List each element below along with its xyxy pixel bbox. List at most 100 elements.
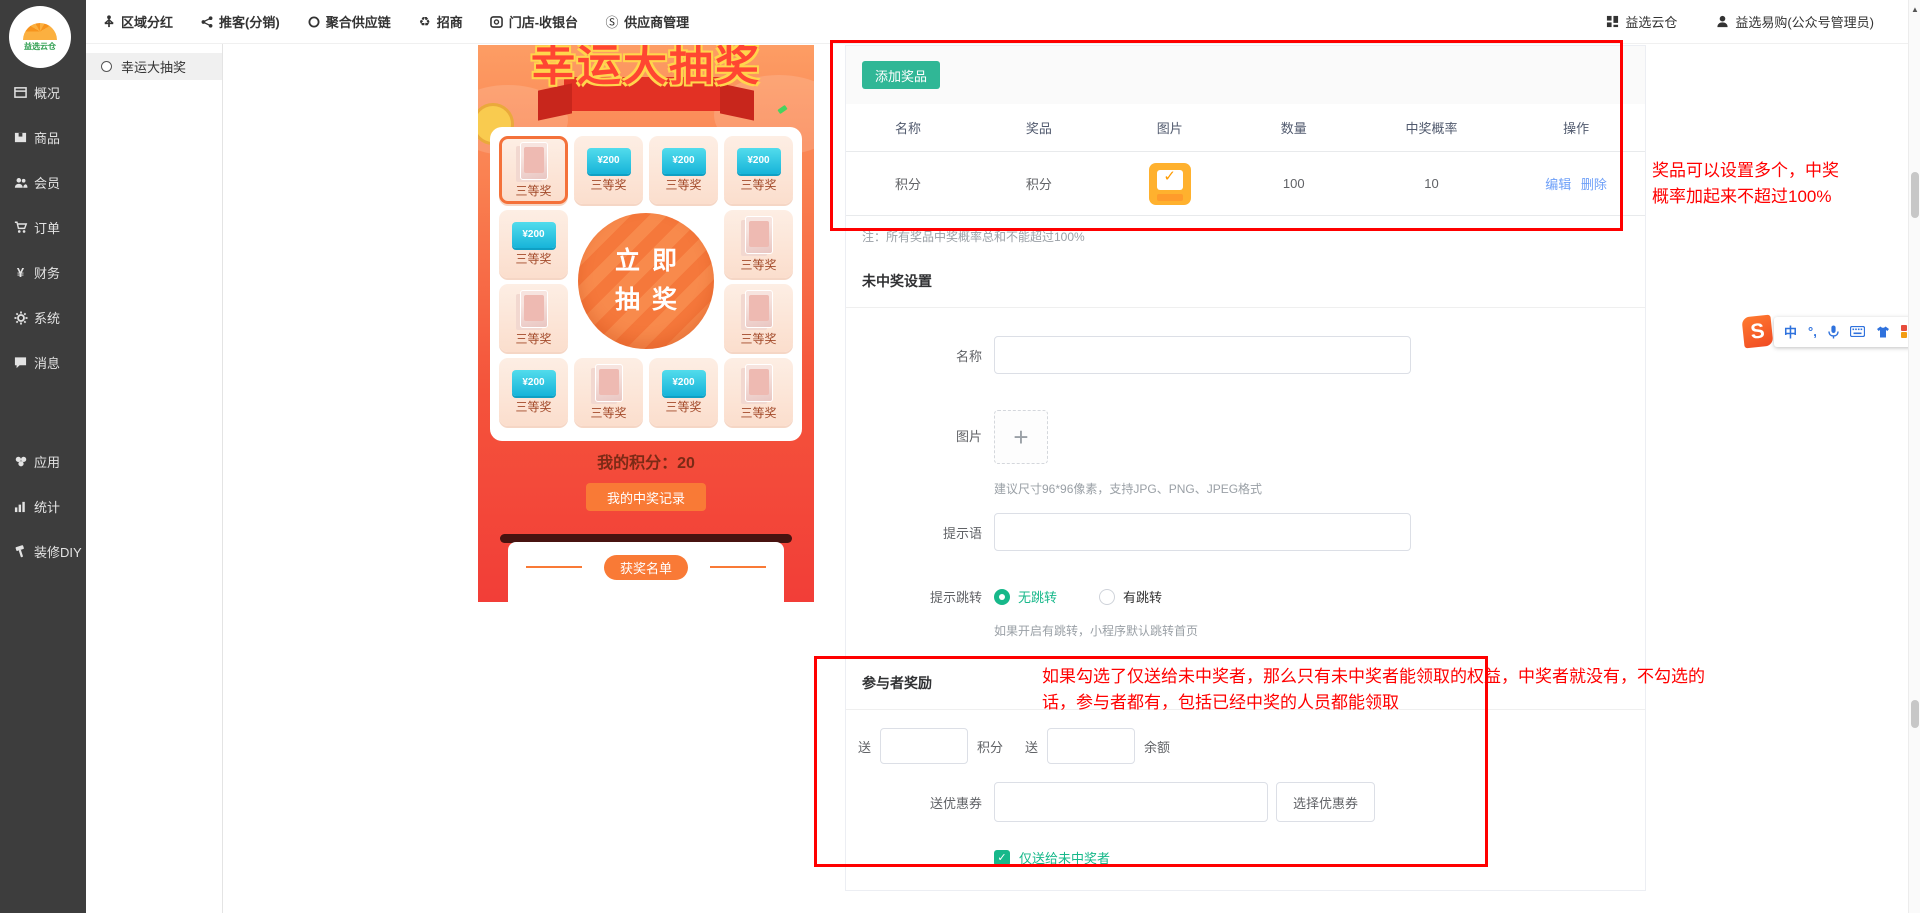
points-amount-input[interactable]: [880, 728, 968, 764]
prize-cell: 三等奖: [724, 284, 793, 352]
lottery-settings-panel: 添加奖品 名称 奖品 图片 数量 中奖概率 操作 积分 积分 ✓ 100 10 …: [845, 45, 1646, 891]
nav-item-investment[interactable]: ♻ 招商: [418, 12, 463, 31]
image-upload-button[interactable]: +: [994, 410, 1048, 464]
my-points-text: 我的积分：20: [478, 449, 814, 473]
circle-icon: [307, 15, 321, 29]
image-size-hint: 建议尺寸96*96像素，支持JPG、PNG、JPEG格式: [994, 480, 1645, 497]
nav-item-label: 供应商管理: [624, 12, 689, 31]
sidebar-item-goods[interactable]: 商品: [0, 115, 86, 160]
grid-icon: [1605, 15, 1619, 29]
nav-item-label: 门店-收银台: [509, 12, 578, 31]
nav-item-promoter[interactable]: 推客(分销): [200, 12, 280, 31]
warehouse-label: 益选云仓: [1625, 12, 1677, 31]
coupon-prize-image: ¥200: [512, 222, 556, 248]
miss-name-row: 名称: [846, 336, 1645, 374]
prize-cell: ¥200三等奖: [649, 136, 718, 204]
hammer-icon: [13, 544, 28, 559]
prize-thumbnail: ✓: [1149, 163, 1191, 205]
ime-toolbar: S 中 °,: [1743, 316, 1920, 347]
scroll-up-arrow-icon[interactable]: ▲: [1909, 5, 1920, 14]
select-coupon-button[interactable]: 选择优惠券: [1276, 782, 1375, 822]
image-label: 图片: [846, 410, 982, 464]
submenu-item-lucky-draw[interactable]: 幸运大抽奖: [86, 53, 222, 80]
sidebar-item-label: 订单: [34, 218, 60, 237]
add-prize-button[interactable]: 添加奖品: [862, 61, 940, 89]
sidebar-item-system[interactable]: 系统: [0, 295, 86, 340]
bullet-circle-icon: [101, 61, 112, 72]
warehouse-switcher[interactable]: 益选云仓: [1605, 12, 1677, 31]
radio-has-jump[interactable]: 有跳转: [1099, 587, 1162, 606]
sidebar-item-label: 概况: [34, 83, 60, 102]
nav-item-region-dividend[interactable]: 区域分红: [102, 12, 173, 31]
tip-label: 提示语: [846, 523, 982, 542]
microphone-icon[interactable]: [1828, 325, 1839, 339]
scrollbar-thumb[interactable]: [1911, 172, 1919, 218]
preview-title: 幸运大抽奖: [478, 45, 814, 93]
balance-amount-input[interactable]: [1047, 728, 1135, 764]
winners-list-title: 获奖名单: [604, 555, 688, 580]
sidebar-item-messages[interactable]: 消息: [0, 340, 86, 385]
sidebar-item-stats[interactable]: 统计: [0, 484, 86, 529]
coupon-prize-image: ¥200: [737, 148, 781, 174]
winners-card: 获奖名单: [508, 542, 784, 602]
sidebar-item-label: 系统: [34, 308, 60, 327]
coupon-prize-image: ¥200: [662, 148, 706, 174]
sidebar-item-label: 财务: [34, 263, 60, 282]
sidebar-item-members[interactable]: 会员: [0, 160, 86, 205]
column-header: 操作: [1507, 118, 1645, 137]
user-icon: [1715, 15, 1729, 29]
logo-text: 益选云仓: [24, 41, 56, 52]
decorative-line: [526, 566, 582, 568]
sidebar-item-apps[interactable]: 应用: [0, 439, 86, 484]
ime-language-toggle[interactable]: 中: [1784, 322, 1797, 341]
nav-item-supplier[interactable]: Ⓢ 供应商管理: [605, 12, 689, 31]
prize-type-cell: 积分: [970, 174, 1108, 193]
only-loser-checkbox-row[interactable]: ✓ 仅送给未中奖者: [994, 848, 1645, 867]
miss-name-input[interactable]: [994, 336, 1411, 374]
phone-prize-image: [520, 290, 548, 328]
tip-text-input[interactable]: [994, 513, 1411, 551]
brand-logo[interactable]: 益选云仓: [9, 6, 71, 68]
column-header: 数量: [1232, 118, 1356, 137]
checkbox-checked-icon: ✓: [994, 850, 1010, 866]
ime-punctuation-toggle[interactable]: °,: [1808, 324, 1817, 339]
nav-item-store-cashier[interactable]: 门店-收银台: [490, 12, 578, 31]
miss-section-title: 未中奖设置: [862, 271, 1629, 291]
miss-image-row: 图片 +: [846, 410, 1645, 464]
prize-table-row: 积分 积分 ✓ 100 10 编辑 删除: [846, 152, 1645, 216]
sogou-logo-icon[interactable]: S: [1741, 315, 1773, 349]
prize-quantity-cell: 100: [1232, 176, 1356, 191]
skin-shirt-icon[interactable]: [1876, 326, 1890, 338]
sidebar-item-orders[interactable]: 订单: [0, 205, 86, 250]
phone-prize-image: [595, 364, 623, 402]
prize-probability-cell: 10: [1356, 176, 1508, 191]
phone-prize-image: [745, 216, 773, 254]
coupon-prize-image: ¥200: [587, 148, 631, 174]
edit-link[interactable]: 编辑: [1545, 177, 1571, 192]
scrollbar-thumb-secondary[interactable]: [1911, 700, 1919, 728]
prize-cell: 三等奖: [574, 358, 643, 426]
delete-link[interactable]: 删除: [1581, 177, 1607, 192]
sidebar-item-label: 装修DIY: [34, 542, 82, 561]
account-menu[interactable]: 益选易购(公众号管理员): [1715, 12, 1874, 31]
vertical-scrollbar[interactable]: ▲: [1908, 0, 1920, 913]
nav-item-supply-chain[interactable]: 聚合供应链: [307, 12, 391, 31]
coupon-row: 送优惠券 选择优惠券: [846, 782, 1645, 822]
sidebar-item-overview[interactable]: 概况: [0, 70, 86, 115]
sidebar-item-label: 应用: [34, 452, 60, 471]
column-header: 奖品: [970, 118, 1108, 137]
nav-item-label: 区域分红: [121, 12, 173, 31]
keyboard-icon[interactable]: [1850, 326, 1865, 337]
sidebar-item-finance[interactable]: ¥ 财务: [0, 250, 86, 295]
radio-no-jump[interactable]: 无跳转: [994, 587, 1057, 606]
jump-note: 如果开启有跳转，小程序默认跳转首页: [994, 622, 1645, 639]
points-suffix-label: 积分: [977, 737, 1003, 756]
sidebar-item-diy[interactable]: 装修DIY: [0, 529, 86, 574]
secondary-sidebar: 幸运大抽奖: [86, 44, 223, 913]
coupon-input[interactable]: [994, 782, 1268, 822]
give-label: 送: [858, 737, 871, 756]
ime-bar: 中 °,: [1774, 317, 1920, 347]
storefront-icon: [490, 15, 504, 29]
radio-label: 有跳转: [1123, 587, 1162, 606]
nav-right-area: 益选云仓 益选易购(公众号管理员): [1605, 12, 1874, 31]
